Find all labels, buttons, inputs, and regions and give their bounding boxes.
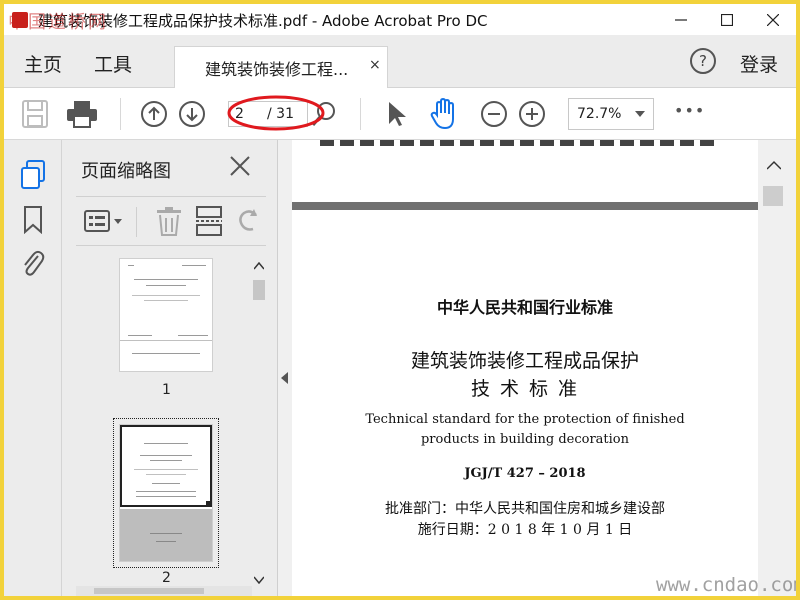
- delete-page-icon[interactable]: [156, 206, 182, 236]
- collapse-arrow-icon[interactable]: [281, 372, 289, 384]
- page-thumbnails-panel: 页面缩略图 1 2: [62, 140, 278, 596]
- select-cursor-icon[interactable]: [386, 100, 408, 128]
- document-scrollbar[interactable]: [758, 140, 796, 596]
- english-title-line-1: Technical standard for the protection of…: [365, 412, 685, 427]
- toolbar: 2 / 31 72.7% •••: [4, 88, 796, 140]
- insert-page-icon[interactable]: [196, 206, 222, 236]
- menu-bar: 主页 工具 建筑装饰装修工程... × ? 登录: [4, 36, 796, 88]
- close-icon: [767, 14, 779, 26]
- next-page-icon[interactable]: [178, 100, 206, 128]
- page-separator: [292, 202, 758, 210]
- panel-toolbar: [76, 196, 266, 246]
- tab-close-icon[interactable]: ×: [369, 57, 381, 73]
- save-icon[interactable]: [22, 100, 48, 128]
- scroll-up-icon[interactable]: [254, 262, 264, 270]
- document-title-line-1: 建筑装饰装修工程成品保护: [410, 350, 639, 372]
- login-button[interactable]: 登录: [740, 50, 778, 77]
- hand-tool-icon[interactable]: [428, 97, 462, 131]
- maximize-button[interactable]: [704, 4, 750, 36]
- document-tab-label: 建筑装饰装修工程...: [205, 60, 349, 79]
- menu-home[interactable]: 主页: [24, 50, 62, 77]
- maximize-icon: [721, 14, 733, 26]
- approving-authority: 批准部门：中华人民共和国住房和城乡建设部: [385, 501, 665, 517]
- page-thumbnail-1[interactable]: [119, 258, 213, 372]
- thumbnail-page-number: 1: [162, 382, 171, 398]
- zoom-out-icon[interactable]: [480, 100, 508, 128]
- acrobat-window: 建筑装饰装修工程成品保护技术标准.pdf - Adobe Acrobat Pro…: [4, 4, 796, 596]
- thumbnail-options-icon[interactable]: [84, 209, 124, 233]
- scroll-up-icon[interactable]: [767, 160, 781, 170]
- red-annotation-ellipse: [227, 95, 325, 131]
- title-bar: 建筑装饰装修工程成品保护技术标准.pdf - Adobe Acrobat Pro…: [4, 4, 796, 36]
- standard-category: 中华人民共和国行业标准: [436, 298, 613, 317]
- close-icon[interactable]: [230, 156, 250, 176]
- help-icon[interactable]: ?: [690, 48, 716, 74]
- site-watermark-bottom-right: www.cndao.com: [656, 574, 796, 596]
- minimize-icon: [675, 19, 687, 21]
- effective-date: 施行日期：2 0 1 8 年 1 0 月 1 日: [417, 522, 633, 538]
- page-thumbnail-2[interactable]: [119, 424, 213, 562]
- document-tab[interactable]: 建筑装饰装修工程... ×: [174, 46, 388, 88]
- bookmark-icon[interactable]: [23, 206, 43, 234]
- panel-title: 页面缩略图: [81, 161, 171, 182]
- thumbnail-horizontal-scrollbar[interactable]: [76, 586, 252, 596]
- close-window-button[interactable]: [750, 4, 796, 36]
- zoom-in-icon[interactable]: [518, 100, 546, 128]
- scrollbar-thumb[interactable]: [763, 186, 783, 206]
- scrollbar-thumb[interactable]: [253, 280, 265, 300]
- page-thumbnails-icon[interactable]: [20, 160, 46, 190]
- english-title-line-2: products in building decoration: [420, 432, 629, 447]
- chevron-down-icon: [635, 111, 645, 117]
- standard-code: JGJ/T 427 – 2018: [464, 466, 586, 481]
- site-watermark-top-left: 中国道桥网: [8, 12, 108, 33]
- attachment-icon[interactable]: [20, 248, 46, 278]
- thumbnail-page-number: 2: [162, 570, 171, 586]
- scroll-down-icon[interactable]: [254, 576, 264, 584]
- toolbar-separator: [120, 98, 121, 130]
- rotate-icon[interactable]: [236, 207, 262, 235]
- more-tools-icon[interactable]: •••: [674, 101, 705, 120]
- zoom-dropdown[interactable]: 72.7%: [568, 98, 654, 130]
- left-navigation-pane: [4, 140, 62, 596]
- panel-collapse-handle[interactable]: [278, 140, 292, 596]
- previous-page-bottom: [292, 140, 758, 202]
- print-icon[interactable]: [66, 100, 98, 128]
- zoom-value: 72.7%: [577, 106, 622, 122]
- previous-page-icon[interactable]: [140, 100, 168, 128]
- document-title-line-2: 技 术 标 准: [470, 378, 580, 400]
- thumbnail-scrollbar[interactable]: [252, 258, 266, 590]
- document-view[interactable]: 中华人民共和国行业标准 建筑装饰装修工程成品保护 技 术 标 准 Technic…: [292, 140, 758, 596]
- minimize-button[interactable]: [658, 4, 704, 36]
- menu-tools[interactable]: 工具: [94, 50, 132, 77]
- panel-separator: [136, 207, 137, 237]
- toolbar-separator: [360, 98, 361, 130]
